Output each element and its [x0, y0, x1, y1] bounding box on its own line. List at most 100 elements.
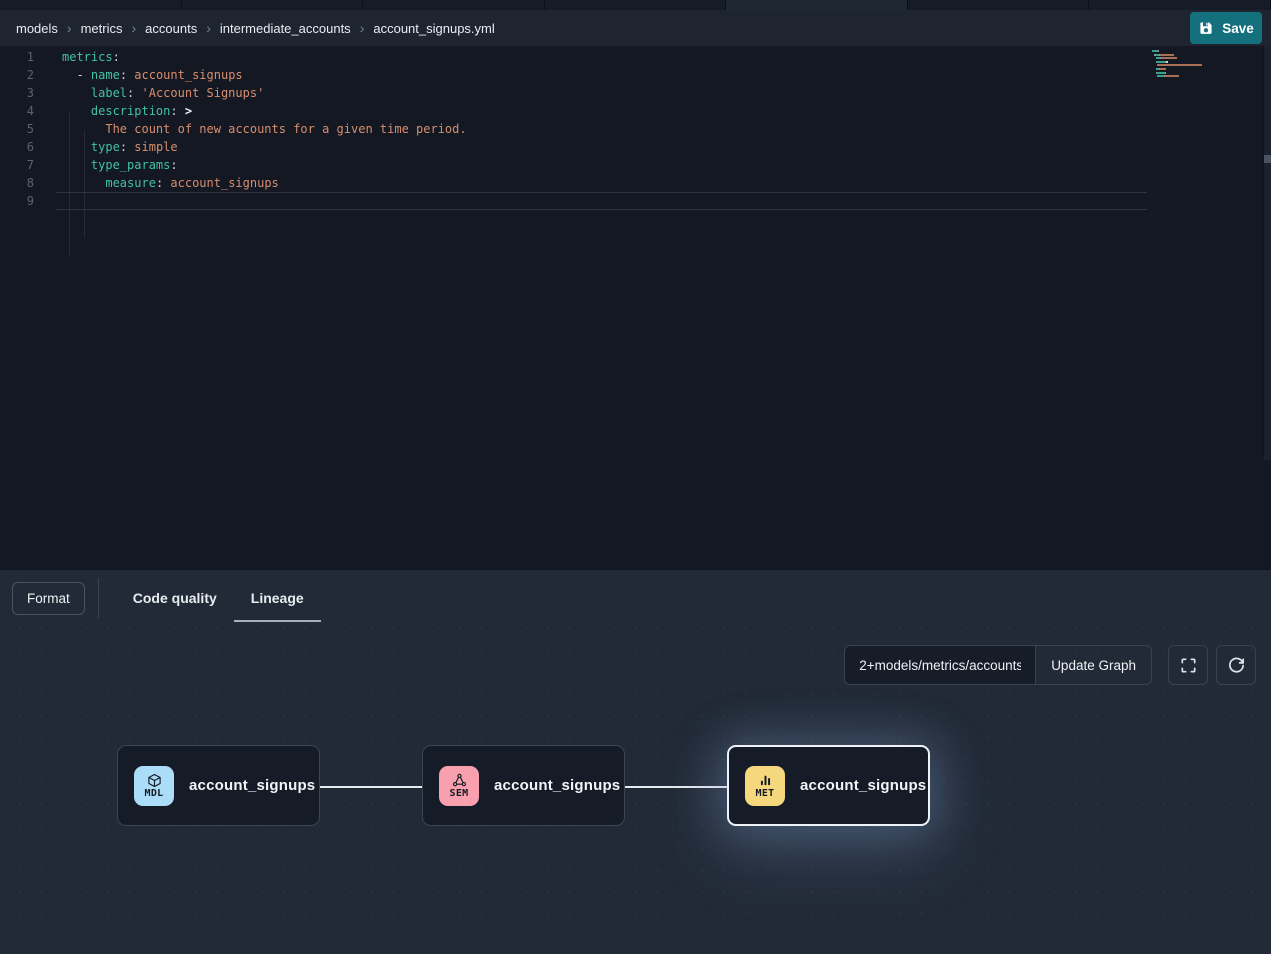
metric-chart-icon [758, 773, 773, 789]
code-line-content: type_params: [56, 156, 1147, 174]
code-line-content: type: simple [56, 138, 1147, 156]
breadcrumb: models›metrics›accounts›intermediate_acc… [16, 21, 495, 36]
code-line[interactable]: 1metrics: [0, 48, 1271, 66]
node-name-label: account_signups [189, 777, 315, 794]
code-token: The count of new accounts for a given ti… [105, 122, 466, 136]
code-line[interactable]: 4 description: > [0, 102, 1271, 120]
bottom-panel: Format Code quality Lineage Update Graph [0, 570, 1271, 954]
code-line-content: label: 'Account Signups' [56, 84, 1147, 102]
top-tab[interactable] [908, 0, 1090, 10]
breadcrumb-item[interactable]: accounts [145, 21, 197, 36]
tab-label: Code quality [133, 590, 217, 606]
code-line-content: The count of new accounts for a given ti… [56, 120, 1147, 138]
editor-minimap[interactable] [1152, 50, 1210, 82]
code-token [62, 140, 91, 154]
code-line[interactable]: 8 measure: account_signups [0, 174, 1271, 192]
code-token [62, 104, 91, 118]
node-type-label: SEM [450, 789, 469, 799]
graph-filter-group: Update Graph [844, 645, 1152, 685]
fullscreen-icon [1179, 656, 1198, 675]
code-token [62, 68, 76, 82]
minimap-line [1152, 79, 1210, 81]
semantic-network-icon [452, 773, 467, 789]
breadcrumb-separator-icon: › [67, 21, 72, 35]
minimap-line [1152, 57, 1210, 59]
code-token: account_signups [163, 176, 279, 190]
code-token: type_params [91, 158, 170, 172]
lineage-edge [625, 786, 727, 788]
model-cube-icon [147, 773, 162, 789]
refresh-icon [1227, 656, 1246, 675]
code-token [62, 86, 91, 100]
scrollbar-thumb[interactable] [1264, 155, 1271, 163]
tab-lineage[interactable]: Lineage [234, 570, 321, 626]
top-tab[interactable] [182, 0, 364, 10]
line-number: 3 [0, 84, 56, 102]
code-line-content: description: > [56, 102, 1147, 120]
code-line-content: measure: account_signups [56, 174, 1147, 192]
node-name-label: account_signups [800, 777, 926, 794]
editor-scrollbar[interactable] [1263, 46, 1271, 460]
fullscreen-button[interactable] [1168, 645, 1208, 685]
code-editor[interactable]: 1metrics:2 - name: account_signups3 labe… [0, 46, 1271, 570]
code-token: > [178, 104, 192, 118]
code-token: : [120, 68, 127, 82]
minimap-line [1152, 72, 1210, 74]
code-line[interactable]: 6 type: simple [0, 138, 1271, 156]
tab-code-quality[interactable]: Code quality [116, 570, 234, 626]
top-tab[interactable] [1089, 0, 1271, 10]
code-token [62, 158, 91, 172]
code-token: metrics [62, 50, 113, 64]
top-tab-active[interactable] [726, 0, 908, 10]
node-type-badge: SEM [439, 766, 479, 806]
code-line-content [56, 192, 1147, 210]
code-token: account_signups [127, 68, 243, 82]
code-token: : [120, 140, 127, 154]
node-name-label: account_signups [494, 777, 620, 794]
code-token: measure [105, 176, 156, 190]
top-tab-strip [0, 0, 1271, 10]
top-tab[interactable] [363, 0, 545, 10]
format-button[interactable]: Format [12, 582, 85, 615]
code-token [62, 122, 105, 136]
top-tab[interactable] [0, 0, 182, 10]
line-number: 1 [0, 48, 56, 66]
update-graph-button[interactable]: Update Graph [1036, 645, 1152, 685]
breadcrumb-item[interactable]: account_signups.yml [373, 21, 494, 36]
save-button-label: Save [1222, 21, 1254, 36]
code-token [62, 176, 105, 190]
line-number: 9 [0, 192, 56, 210]
line-number: 6 [0, 138, 56, 156]
lineage-graph-canvas[interactable]: Update Graph MDL account_signups SEM accoun… [0, 626, 1271, 954]
code-token: - [76, 68, 90, 82]
code-line[interactable]: 9 [0, 192, 1271, 210]
lineage-filter-input[interactable] [844, 645, 1036, 685]
breadcrumb-item[interactable]: models [16, 21, 58, 36]
lineage-node-met[interactable]: METaccount_signups [727, 745, 930, 826]
minimap-line [1152, 61, 1210, 63]
breadcrumb-item[interactable]: intermediate_accounts [220, 21, 351, 36]
code-line[interactable]: 2 - name: account_signups [0, 66, 1271, 84]
code-token: type [91, 140, 120, 154]
save-button[interactable]: Save [1190, 12, 1262, 44]
node-type-label: MDL [145, 789, 164, 799]
node-type-badge: MDL [134, 766, 174, 806]
code-line[interactable]: 5 The count of new accounts for a given … [0, 120, 1271, 138]
top-tab[interactable] [545, 0, 727, 10]
panel-tabs-row: Format Code quality Lineage [0, 570, 1271, 626]
minimap-line [1152, 68, 1210, 70]
code-line[interactable]: 7 type_params: [0, 156, 1271, 174]
line-number: 4 [0, 102, 56, 120]
code-token: name [91, 68, 120, 82]
lineage-node-mdl[interactable]: MDL account_signups [117, 745, 320, 826]
line-number: 8 [0, 174, 56, 192]
code-lines: 1metrics:2 - name: account_signups3 labe… [0, 46, 1271, 210]
breadcrumb-item[interactable]: metrics [81, 21, 123, 36]
minimap-line [1152, 54, 1210, 56]
code-line[interactable]: 3 label: 'Account Signups' [0, 84, 1271, 102]
tab-label: Lineage [251, 590, 304, 606]
refresh-graph-button[interactable] [1216, 645, 1256, 685]
line-number: 5 [0, 120, 56, 138]
lineage-node-sem[interactable]: SEM account_signups [422, 745, 625, 826]
code-token: : [170, 104, 177, 118]
